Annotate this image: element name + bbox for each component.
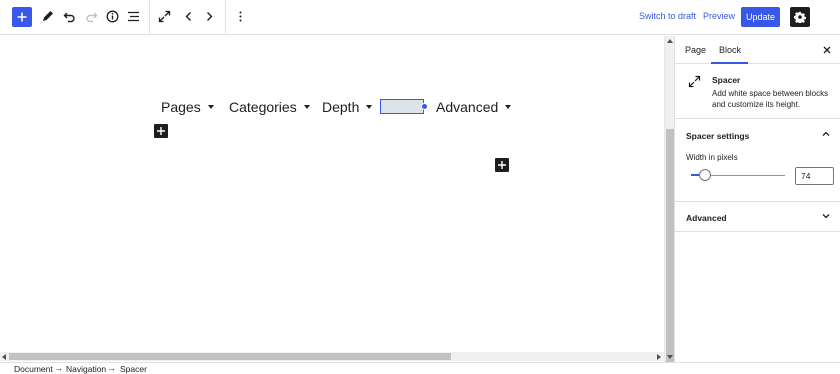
horizontal-scrollbar[interactable] — [0, 352, 664, 361]
spacer-settings-toggle[interactable]: Spacer settings — [675, 120, 840, 150]
breadcrumb: Document → Navigation → Spacer — [0, 362, 840, 374]
width-label: Width in pixels — [686, 153, 738, 162]
editor-toolbar: Switch to draft Preview Update — [0, 0, 840, 35]
update-button[interactable]: Update — [741, 7, 780, 27]
nav-item-depth[interactable]: Depth — [322, 99, 373, 115]
vertical-scrollbar[interactable] — [664, 36, 674, 374]
settings-sidebar: Page Block Spacer Add white space betwee… — [674, 36, 840, 362]
sidebar-tabs: Page Block — [675, 36, 840, 64]
undo-button[interactable] — [62, 9, 77, 24]
breadcrumb-document[interactable]: Document — [14, 364, 53, 374]
list-view-button[interactable] — [126, 9, 141, 24]
dropdown-caret-icon — [505, 105, 512, 109]
dropdown-caret-icon — [303, 105, 310, 109]
panel-title: Spacer settings — [686, 131, 750, 141]
nav-item-label: Advanced — [436, 99, 499, 115]
plus-icon — [17, 12, 27, 22]
breadcrumb-separator: → — [54, 363, 63, 373]
scroll-left-arrow-icon[interactable] — [2, 354, 6, 360]
redo-icon — [86, 12, 98, 23]
tab-block[interactable]: Block — [719, 45, 741, 55]
pencil-icon — [43, 11, 53, 21]
dropdown-caret-icon — [366, 105, 373, 109]
add-block-button[interactable] — [154, 124, 168, 138]
chevron-right-icon — [207, 12, 213, 21]
more-vertical-icon — [239, 11, 242, 22]
details-button[interactable] — [105, 9, 120, 24]
spacer-resize-handle[interactable] — [421, 103, 428, 110]
preview-button[interactable]: Preview — [703, 11, 735, 21]
advanced-panel[interactable]: Advanced — [675, 202, 840, 232]
previous-button[interactable] — [181, 9, 196, 24]
breadcrumb-navigation[interactable]: Navigation — [66, 364, 106, 374]
redo-button[interactable] — [84, 9, 99, 24]
chevron-left-icon — [185, 12, 191, 21]
close-sidebar-button[interactable] — [821, 44, 833, 56]
horizontal-scroll-thumb[interactable] — [9, 353, 451, 360]
nav-item-advanced[interactable]: Advanced — [436, 99, 512, 115]
spacer-settings-panel: Spacer settings Width in pixels — [675, 120, 840, 202]
block-description: Add white space between blocks and custo… — [712, 89, 829, 109]
vertical-scroll-thumb[interactable] — [666, 129, 674, 374]
nav-item-categories[interactable]: Categories — [229, 99, 310, 115]
more-options-button[interactable] — [233, 9, 248, 24]
close-icon — [823, 46, 831, 54]
tools-button[interactable] — [40, 9, 55, 24]
add-block-button[interactable] — [495, 158, 509, 172]
nav-item-label: Pages — [161, 99, 201, 115]
block-title: Spacer — [712, 75, 741, 85]
nav-item-label: Depth — [322, 99, 360, 115]
list-view-icon — [128, 11, 139, 22]
breadcrumb-spacer: Spacer — [120, 364, 147, 374]
spacer-block[interactable] — [380, 99, 424, 114]
toolbar-divider — [225, 0, 226, 35]
plus-icon — [157, 127, 165, 135]
switch-to-draft-button[interactable]: Switch to draft — [639, 11, 696, 21]
scroll-up-arrow-icon[interactable] — [667, 39, 673, 43]
block-card: Spacer Add white space between blocks an… — [675, 65, 840, 119]
undo-icon — [63, 12, 75, 23]
scroll-down-arrow-icon[interactable] — [667, 355, 673, 359]
next-button[interactable] — [202, 9, 217, 24]
toolbar-divider — [149, 0, 150, 35]
spacer-expand-icon — [688, 75, 701, 88]
nav-item-label: Categories — [229, 99, 297, 115]
breadcrumb-separator: → — [107, 363, 116, 373]
tab-page[interactable]: Page — [685, 45, 706, 55]
nav-item-pages[interactable]: Pages — [161, 99, 214, 115]
dropdown-caret-icon — [207, 105, 214, 109]
fullscreen-button[interactable] — [157, 9, 172, 24]
gear-icon — [794, 11, 806, 23]
settings-button[interactable] — [790, 7, 810, 27]
block-icon — [688, 75, 701, 93]
active-tab-indicator — [711, 62, 748, 64]
info-icon — [106, 10, 119, 23]
editor-canvas[interactable]: Pages Categories Depth Advanced — [0, 36, 664, 352]
width-slider-thumb[interactable] — [699, 169, 711, 181]
block-inserter-button[interactable] — [12, 7, 32, 27]
panel-title: Advanced — [686, 213, 727, 223]
width-input[interactable]: 74 — [795, 167, 834, 185]
expand-icon — [158, 10, 171, 23]
chevron-up-icon — [822, 131, 830, 136]
chevron-down-icon — [822, 214, 830, 219]
scroll-right-arrow-icon[interactable] — [657, 354, 661, 360]
plus-icon — [498, 161, 506, 169]
